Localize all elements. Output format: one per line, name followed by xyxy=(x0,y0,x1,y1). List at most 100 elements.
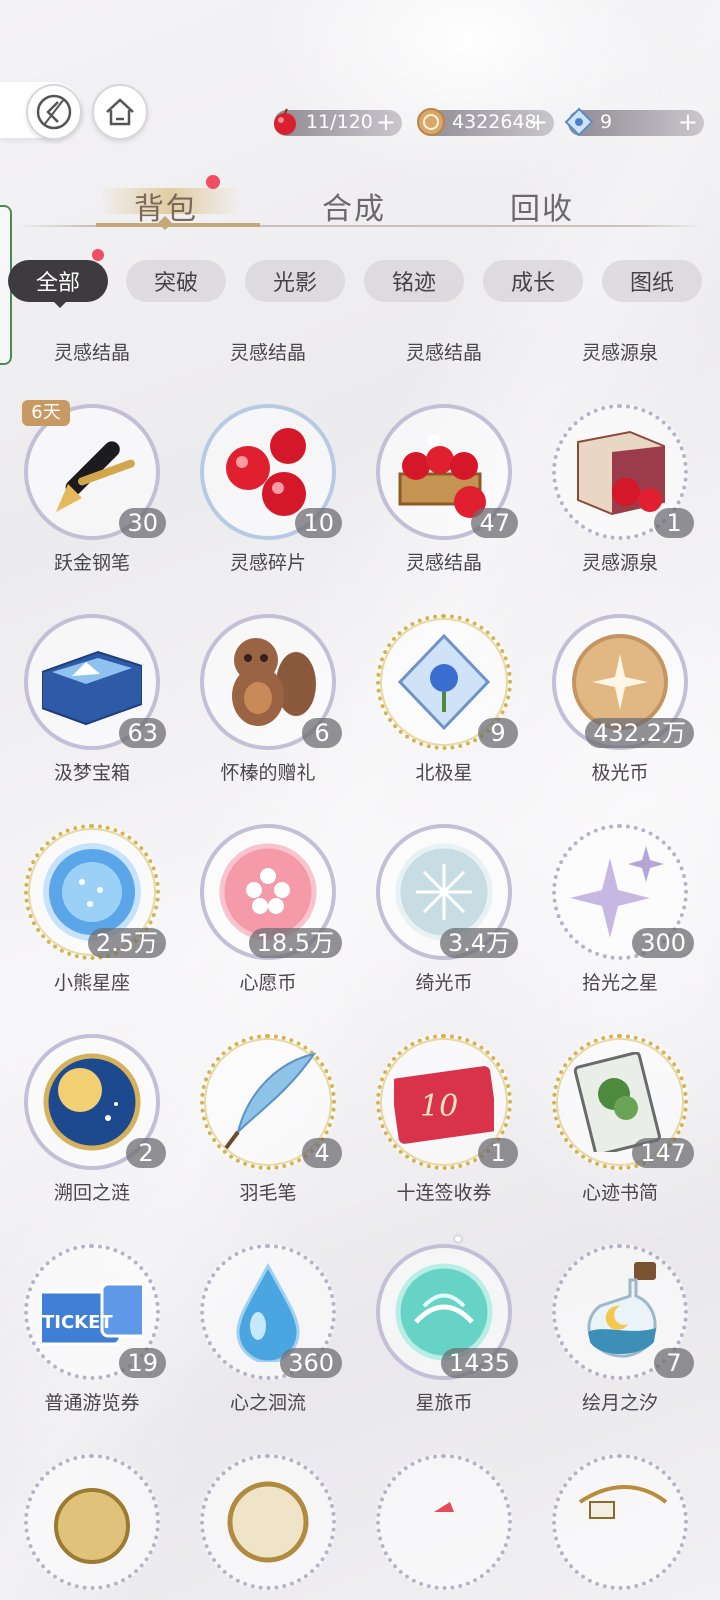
item-count: 1435 xyxy=(440,1348,518,1378)
item-slot[interactable]: 63 汲梦宝箱 xyxy=(2,614,178,824)
item-slot[interactable]: 360 心之洄流 xyxy=(178,1244,354,1454)
item-slot[interactable]: 6 怀榛的赠礼 xyxy=(178,614,354,824)
item-count: 47 xyxy=(471,508,518,538)
expiry-badge: 6天 xyxy=(22,400,70,426)
item-count: 19 xyxy=(119,1348,166,1378)
item-slot[interactable]: 9 北极星 xyxy=(354,614,530,824)
filter-breakthrough[interactable]: 突破 xyxy=(126,260,226,302)
item-count: 6 xyxy=(302,718,342,748)
item-slot[interactable]: 147 心迹书简 xyxy=(530,1034,706,1244)
item-count: 3.4万 xyxy=(439,928,518,958)
filter-all[interactable]: 全部 xyxy=(8,260,108,302)
filter-blueprint[interactable]: 图纸 xyxy=(602,260,702,302)
tab-active-indicator xyxy=(96,223,260,227)
item-slot[interactable]: 3.4万 绮光币 xyxy=(354,824,530,1034)
item-name: 十连签收券 xyxy=(396,1182,492,1204)
apple-basket-icon xyxy=(398,434,486,518)
item-count: 10 xyxy=(295,508,342,538)
home-button[interactable] xyxy=(92,84,148,140)
coin-icon xyxy=(414,105,448,139)
tab-craft[interactable]: 合成 xyxy=(322,184,386,228)
tab-recycle[interactable]: 回收 xyxy=(510,184,574,228)
item-name: 羽毛笔 xyxy=(239,1182,297,1204)
bag-notification-dot xyxy=(206,175,220,189)
item-count: 4 xyxy=(302,1138,342,1168)
pocket-watch-icon xyxy=(54,1488,130,1564)
item-slot[interactable]: 4 羽毛笔 xyxy=(178,1034,354,1244)
item-slot[interactable]: 2 溯回之涟 xyxy=(2,1034,178,1244)
sparkle-star-icon xyxy=(570,846,664,938)
item-slot[interactable]: 47 灵感结晶 xyxy=(354,404,530,614)
item-slot[interactable]: 18.5万 心愿币 xyxy=(178,824,354,1034)
item-name: 汲梦宝箱 xyxy=(53,762,130,784)
item-slot[interactable] xyxy=(530,1454,706,1600)
item-grid[interactable]: 灵感结晶 灵感结晶 灵感结晶 灵感源泉 6天 30 跃金钢笔 10 灵感碎片 4… xyxy=(0,318,720,1600)
home-icon xyxy=(106,98,134,126)
moon-bottle-icon xyxy=(587,1262,657,1358)
svg-text:10: 10 xyxy=(420,1089,458,1124)
sun-moon-coin-icon xyxy=(43,1053,141,1151)
ten-ticket-icon: 10 xyxy=(394,1066,494,1144)
squirrel-icon xyxy=(232,638,316,726)
item-slot[interactable]: 10 1 十连签收券 xyxy=(354,1034,530,1244)
filter-inscription[interactable]: 铭迹 xyxy=(364,260,464,302)
item-name: 心迹书简 xyxy=(581,1182,658,1204)
item-name: 灵感源泉 xyxy=(581,552,658,574)
item-count: 147 xyxy=(632,1138,694,1168)
coin-currency[interactable]: 4322648 + xyxy=(417,108,554,136)
item-count: 1 xyxy=(478,1138,518,1168)
teal-coin-icon xyxy=(395,1263,493,1361)
item-slot[interactable]: 1435 星旅币 xyxy=(354,1244,530,1454)
item-slot[interactable] xyxy=(2,1454,178,1600)
apple-box-icon xyxy=(577,430,665,516)
water-drop-icon xyxy=(236,1262,300,1362)
svg-text:TICKET: TICKET xyxy=(42,1312,113,1333)
item-count: 432.2万 xyxy=(585,718,694,748)
compass-icon xyxy=(227,1481,309,1563)
wish-coin-icon xyxy=(219,843,317,941)
item-slot[interactable] xyxy=(354,1454,530,1600)
item-name: 跃金钢笔 xyxy=(53,552,130,574)
item-slot[interactable]: TICKET 19 普通游览券 xyxy=(2,1244,178,1454)
item-count: 360 xyxy=(280,1348,342,1378)
add-star-button[interactable]: + xyxy=(678,108,698,136)
item-name: 灵感碎片 xyxy=(229,552,306,574)
item-count: 9 xyxy=(478,718,518,748)
partial-item-name: 灵感结晶 xyxy=(53,342,130,364)
apple-currency[interactable]: 11/120 + xyxy=(274,108,402,136)
item-name: 心之洄流 xyxy=(229,1392,306,1414)
item-count: 2.5万 xyxy=(87,928,166,958)
add-coin-button[interactable]: + xyxy=(528,108,548,136)
apples-icon xyxy=(226,428,306,516)
item-name: 星旅币 xyxy=(415,1392,473,1414)
coin-count: 4322648 xyxy=(452,111,537,133)
item-name: 小熊星座 xyxy=(53,972,130,994)
item-name: 普通游览券 xyxy=(44,1392,140,1414)
aurora-coin-icon xyxy=(572,634,668,730)
add-apple-button[interactable]: + xyxy=(376,108,396,136)
apple-count: 11/120 xyxy=(306,111,373,133)
item-slot[interactable]: 2.5万 小熊星座 xyxy=(2,824,178,1034)
item-name: 灵感结晶 xyxy=(405,552,482,574)
item-slot[interactable]: 1 灵感源泉 xyxy=(530,404,706,614)
item-count: 18.5万 xyxy=(248,928,342,958)
quill-icon xyxy=(224,1052,317,1150)
partial-item-name: 灵感结晶 xyxy=(405,342,482,364)
back-button[interactable] xyxy=(26,84,82,140)
item-name: 北极星 xyxy=(415,762,473,784)
filter-light-shadow[interactable]: 光影 xyxy=(245,260,345,302)
item-count: 7 xyxy=(654,1348,694,1378)
star-currency[interactable]: 9 + xyxy=(564,107,704,137)
item-slot[interactable]: 10 灵感碎片 xyxy=(178,404,354,614)
item-name: 绮光币 xyxy=(415,972,473,994)
item-slot[interactable]: 432.2万 极光币 xyxy=(530,614,706,824)
item-slot[interactable] xyxy=(178,1454,354,1600)
chip-pointer xyxy=(52,300,68,308)
filter-growth[interactable]: 成长 xyxy=(483,260,583,302)
item-slot[interactable]: 6天 30 跃金钢笔 xyxy=(2,400,178,614)
item-slot[interactable]: 7 绘月之汐 xyxy=(530,1244,706,1454)
item-name: 怀榛的赠礼 xyxy=(220,762,316,784)
item-count: 1 xyxy=(654,508,694,538)
main-tabs: 背包 合成 回收 xyxy=(0,176,720,228)
item-slot[interactable]: 300 拾光之星 xyxy=(530,824,706,1034)
